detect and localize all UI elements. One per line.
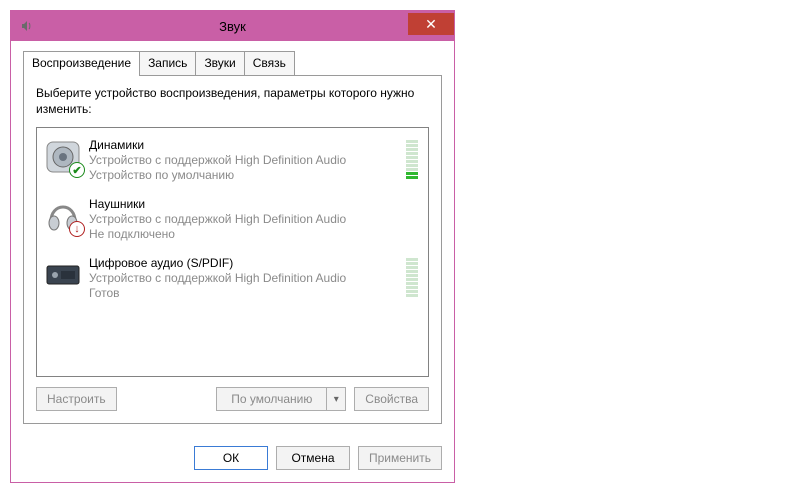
client-area: Воспроизведение Запись Звуки Связь Выбер… — [11, 41, 454, 436]
lower-button-row: Настроить По умолчанию ▾ Свойства — [36, 387, 429, 411]
configure-button[interactable]: Настроить — [36, 387, 117, 411]
digital-audio-icon — [43, 256, 83, 294]
sound-dialog: Звук ✕ Воспроизведение Запись Звуки Связ… — [10, 10, 455, 483]
device-text: Цифровое аудио (S/PDIF) Устройство с под… — [89, 256, 400, 301]
set-default-button[interactable]: По умолчанию — [216, 387, 326, 411]
device-list[interactable]: ✔ Динамики Устройство с поддержкой High … — [36, 127, 429, 377]
device-text: Наушники Устройство с поддержкой High De… — [89, 197, 422, 242]
device-name: Динамики — [89, 138, 400, 153]
device-subtitle: Устройство с поддержкой High Definition … — [89, 153, 400, 168]
headphones-icon: ↓ — [43, 197, 83, 235]
device-name: Наушники — [89, 197, 422, 212]
device-row[interactable]: ↓ Наушники Устройство с поддержкой High … — [41, 193, 424, 252]
cancel-button[interactable]: Отмена — [276, 446, 350, 470]
device-name: Цифровое аудио (S/PDIF) — [89, 256, 400, 271]
device-status: Не подключено — [89, 227, 422, 242]
level-meter — [406, 140, 418, 179]
tab-communications[interactable]: Связь — [244, 51, 295, 75]
device-row[interactable]: ✔ Динамики Устройство с поддержкой High … — [41, 134, 424, 193]
level-meter — [406, 258, 418, 297]
speakers-icon: ✔ — [43, 138, 83, 176]
instruction-text: Выберите устройство воспроизведения, пар… — [36, 86, 429, 117]
tab-playback[interactable]: Воспроизведение — [23, 51, 140, 76]
device-text: Динамики Устройство с поддержкой High De… — [89, 138, 400, 183]
tab-strip: Воспроизведение Запись Звуки Связь — [23, 51, 442, 75]
device-status: Готов — [89, 286, 400, 301]
titlebar[interactable]: Звук ✕ — [11, 11, 454, 41]
device-subtitle: Устройство с поддержкой High Definition … — [89, 212, 422, 227]
apply-button[interactable]: Применить — [358, 446, 442, 470]
device-subtitle: Устройство с поддержкой High Definition … — [89, 271, 400, 286]
dialog-footer: ОК Отмена Применить — [11, 436, 454, 482]
device-status: Устройство по умолчанию — [89, 168, 400, 183]
tab-sounds[interactable]: Звуки — [195, 51, 244, 75]
tab-recording[interactable]: Запись — [139, 51, 196, 75]
chevron-down-icon[interactable]: ▾ — [326, 387, 346, 411]
device-row[interactable]: Цифровое аудио (S/PDIF) Устройство с под… — [41, 252, 424, 311]
window-title: Звук — [11, 19, 454, 34]
tab-page-playback: Выберите устройство воспроизведения, пар… — [23, 75, 442, 424]
set-default-split-button[interactable]: По умолчанию ▾ — [216, 387, 346, 411]
properties-button[interactable]: Свойства — [354, 387, 429, 411]
ok-button[interactable]: ОК — [194, 446, 268, 470]
